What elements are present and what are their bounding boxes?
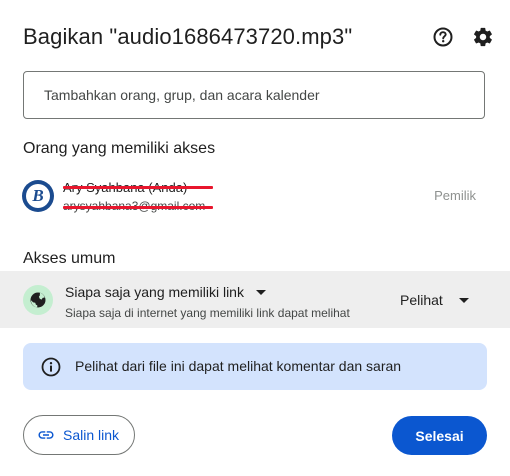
- dropdown-arrow-icon: [458, 298, 469, 303]
- globe-icon: [23, 285, 53, 315]
- add-people-input[interactable]: [24, 72, 484, 118]
- info-text: Pelihat dari file ini dapat melihat kome…: [75, 358, 402, 374]
- help-circle-icon: [433, 27, 453, 47]
- dialog-title: Bagikan "audio1686473720.mp3": [23, 24, 353, 49]
- link-icon: [37, 426, 55, 444]
- help-icon[interactable]: [432, 26, 454, 48]
- email-redaction-line: [63, 206, 213, 209]
- done-button[interactable]: Selesai: [392, 416, 487, 455]
- general-access-dropdown[interactable]: Siapa saja yang memiliki link: [65, 284, 266, 300]
- dropdown-arrow-icon: [255, 290, 266, 295]
- general-access-heading: Akses umum: [23, 250, 116, 267]
- avatar-letter: B: [26, 184, 50, 208]
- info-icon: [41, 357, 61, 377]
- avatar: B: [22, 180, 54, 212]
- info-banner: Pelihat dari file ini dapat melihat kome…: [23, 343, 487, 390]
- copy-link-button[interactable]: Salin link: [23, 415, 135, 455]
- general-role-dropdown[interactable]: Pelihat: [400, 292, 469, 308]
- gear-icon: [474, 27, 492, 47]
- general-access-row: Siapa saja yang memiliki link Siapa saja…: [0, 271, 510, 328]
- done-label: Selesai: [415, 427, 464, 444]
- general-role-label: Pelihat: [400, 292, 443, 308]
- settings-button[interactable]: [472, 26, 494, 48]
- add-people-field[interactable]: [23, 71, 485, 119]
- general-access-description: Siapa saja di internet yang memiliki lin…: [65, 306, 350, 320]
- name-redaction-line: [63, 186, 213, 189]
- owner-role-label: Pemilik: [434, 188, 476, 203]
- people-with-access-heading: Orang yang memiliki akses: [23, 140, 216, 157]
- copy-link-label: Salin link: [63, 427, 120, 443]
- person-row: B Ary Syahbana (Anda) arysyahbana3@gmail…: [22, 178, 488, 214]
- share-dialog: Bagikan "audio1686473720.mp3" Orang yang…: [0, 0, 510, 476]
- general-access-selected: Siapa saja yang memiliki link: [65, 284, 244, 300]
